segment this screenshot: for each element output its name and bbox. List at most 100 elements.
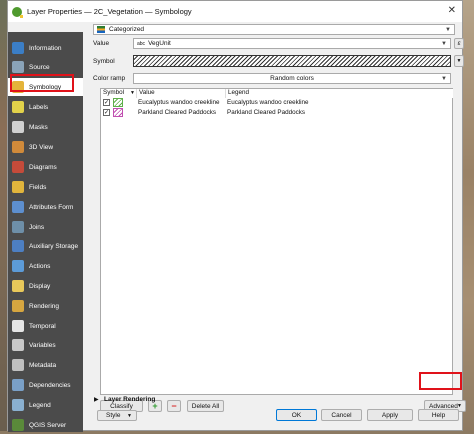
sidebar-item-label: Fields (29, 183, 47, 191)
sidebar-item-masks[interactable]: Masks (8, 118, 83, 136)
info-icon (12, 42, 24, 54)
row-checkbox[interactable]: ✓ (103, 109, 110, 116)
layer-rendering-label[interactable]: Layer Rendering (104, 396, 155, 403)
sidebar-item-legend[interactable]: Legend (8, 396, 83, 414)
value-field-combo[interactable]: abc VegUnit ▼ (133, 38, 451, 49)
sidebar-item-label: 3D View (29, 143, 54, 151)
title-bar: Layer Properties — 2C_Vegetation — Symbo… (8, 1, 462, 22)
row-symbol-swatch[interactable] (113, 98, 123, 107)
joins-icon (12, 221, 24, 233)
ok-button[interactable]: OK (276, 409, 317, 421)
metadata-icon (12, 359, 24, 371)
sidebar-item-temporal[interactable]: Temporal (8, 317, 83, 335)
sidebar-item-attributes-form[interactable]: Attributes Form (8, 198, 83, 216)
symbology-highlight-box (10, 74, 74, 92)
row-symbol-swatch[interactable] (113, 108, 123, 117)
rendering-icon (12, 300, 24, 312)
sidebar-item-variables[interactable]: Variables (8, 336, 83, 354)
symbol-button[interactable] (133, 55, 451, 67)
sort-indicator-icon: ▼ (130, 90, 135, 96)
sidebar-item-actions[interactable]: Actions (8, 257, 83, 275)
symbol-label: Symbol (93, 58, 115, 65)
sidebar-item-label: Metadata (29, 361, 57, 369)
sidebar-item-diagrams[interactable]: Diagrams (8, 158, 83, 176)
color-ramp-combo[interactable]: Random colors ▼ (133, 73, 451, 84)
variables-icon (12, 339, 24, 351)
labels-icon (12, 101, 24, 113)
sidebar-item-metadata[interactable]: Metadata (8, 356, 83, 374)
sidebar-item-joins[interactable]: Joins (8, 218, 83, 236)
fields-icon (12, 181, 24, 193)
sidebar-item-label: QGIS Server (29, 421, 67, 429)
renderer-combo[interactable]: Categorized ▼ (93, 24, 455, 35)
column-header-value[interactable]: Value (137, 89, 226, 98)
remove-icon: − (171, 401, 177, 411)
sidebar-item-dependencies[interactable]: Dependencies (8, 376, 83, 394)
row-checkbox[interactable]: ✓ (103, 99, 110, 106)
sidebar-item-label: Diagrams (29, 163, 57, 171)
row-legend: Parkland Cleared Paddocks (227, 109, 306, 116)
delete-all-button[interactable]: Delete All (187, 400, 224, 412)
expression-button[interactable]: ε (454, 38, 464, 49)
chevron-down-icon: ▼ (457, 403, 462, 409)
actions-icon (12, 260, 24, 272)
sidebar-item-rendering[interactable]: Rendering (8, 297, 83, 315)
value-label: Value (93, 40, 110, 47)
sidebar-item-label: Source (29, 63, 50, 71)
sidebar-item-label: Rendering (29, 302, 59, 310)
storage-icon (12, 240, 24, 252)
sidebar-item-information[interactable]: Information (8, 39, 83, 57)
sidebar-item-label: Auxiliary Storage (29, 242, 79, 250)
expand-arrow-icon[interactable]: ▶ (94, 396, 99, 403)
layer-properties-dialog: Layer Properties — 2C_Vegetation — Symbo… (7, 0, 466, 432)
categories-table: Symbol ▼ Value Legend ✓ Eucalyptus wando… (100, 88, 453, 395)
remove-category-button[interactable]: − (167, 400, 181, 412)
clock-icon (12, 320, 24, 332)
close-button[interactable]: ✕ (448, 5, 456, 16)
categorized-icon (97, 26, 105, 33)
source-icon (12, 61, 24, 73)
sidebar-item-label: Variables (29, 341, 56, 349)
sidebar: Information Source Symbology Labels Masks 3D … (8, 32, 83, 432)
sidebar-item-label: Dependencies (29, 381, 71, 389)
sidebar-item-label: Attributes Form (29, 203, 74, 211)
sidebar-item-label: Display (29, 282, 51, 290)
display-icon (12, 280, 24, 292)
renderer-value: Categorized (109, 26, 145, 33)
chevron-down-icon: ▼ (441, 40, 447, 47)
window-title: Layer Properties — 2C_Vegetation — Symbo… (27, 7, 192, 16)
sidebar-item-qgis-server[interactable]: QGIS Server (8, 416, 83, 434)
chevron-down-icon: ▼ (441, 75, 447, 82)
sidebar-item-label: Masks (29, 123, 48, 131)
diagram-icon (12, 161, 24, 173)
chevron-down-icon: ▼ (456, 58, 462, 64)
value-field-value: VegUnit (148, 40, 171, 47)
help-button[interactable]: Help (418, 409, 459, 421)
sidebar-item-labels[interactable]: Labels (8, 98, 83, 116)
symbology-panel: Categorized ▼ Value abc VegUnit ▼ ε Symb… (90, 23, 466, 432)
sidebar-item-label: Joins (29, 223, 45, 231)
sidebar-item-3d-view[interactable]: 3D View (8, 138, 83, 156)
advanced-highlight-box (419, 372, 462, 390)
apply-button[interactable]: Apply (367, 409, 413, 421)
masks-icon (12, 121, 24, 133)
sidebar-item-label: Actions (29, 262, 51, 270)
row-value: Eucalyptus wandoo creekline (138, 99, 220, 106)
dependencies-icon (12, 379, 24, 391)
row-legend: Eucalyptus wandoo creekline (227, 99, 309, 106)
sidebar-item-display[interactable]: Display (8, 277, 83, 295)
table-row[interactable]: ✓ Parkland Cleared Paddocks Parkland Cle… (101, 108, 452, 118)
style-button[interactable]: Style ▼ (97, 410, 137, 421)
sidebar-item-auxiliary-storage[interactable]: Auxiliary Storage (8, 237, 83, 255)
cube-icon (12, 141, 24, 153)
form-icon (12, 201, 24, 213)
sidebar-item-fields[interactable]: Fields (8, 178, 83, 196)
style-label: Style (106, 412, 121, 419)
table-row[interactable]: ✓ Eucalyptus wandoo creekline Eucalyptus… (101, 98, 452, 108)
column-header-legend[interactable]: Legend (226, 89, 453, 98)
chevron-down-icon: ▼ (127, 412, 132, 419)
symbol-dropdown-button[interactable]: ▼ (454, 55, 464, 67)
color-ramp-value: Random colors (270, 75, 314, 82)
color-ramp-label: Color ramp (93, 75, 126, 82)
cancel-button[interactable]: Cancel (321, 409, 362, 421)
